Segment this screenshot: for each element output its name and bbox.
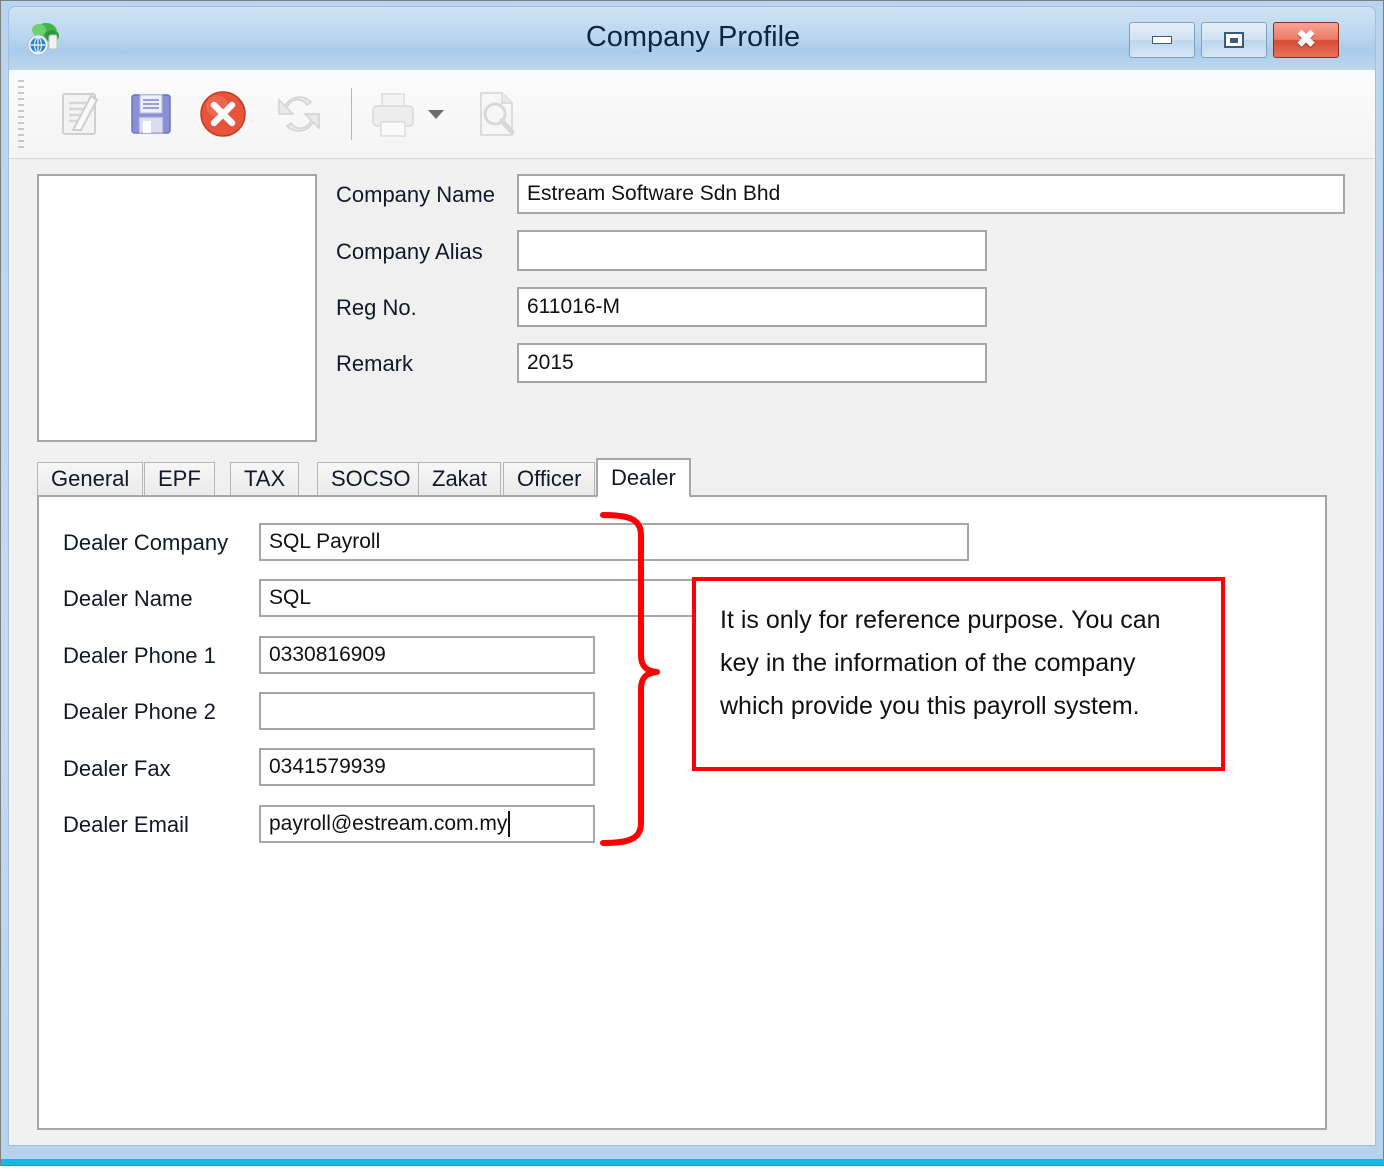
tab-socso[interactable]: SOCSO [317,462,424,496]
edit-button[interactable] [47,82,111,146]
minimize-button[interactable] [1129,22,1195,58]
remark-input[interactable]: 2015 [517,343,987,383]
cancel-button[interactable] [191,82,255,146]
company-name-input[interactable]: Estream Software Sdn Bhd [517,174,1345,214]
edit-document-icon [51,86,107,142]
title-bar[interactable]: Company Profile ✖ [8,6,1376,70]
company-alias-label: Company Alias [336,239,483,265]
company-logo-placeholder[interactable] [37,174,317,442]
page-magnifier-icon [466,85,524,143]
window-controls: ✖ [1129,22,1339,58]
dealer-email-value: payroll@estream.com.my [269,812,507,836]
tab-officer[interactable]: Officer [503,462,595,496]
dealer-company-label: Dealer Company [63,530,228,556]
close-icon: ✖ [1296,28,1316,52]
close-button[interactable]: ✖ [1273,22,1339,58]
screenshot-root: Company Profile ✖ [0,0,1384,1172]
preview-button[interactable] [463,82,527,146]
company-name-label: Company Name [336,182,495,208]
toolbar-separator [351,88,352,140]
printer-icon [364,85,422,143]
refresh-arrows-icon [269,84,329,144]
dealer-email-input[interactable]: payroll@estream.com.my [259,805,595,843]
window-bottom-edge [1,1159,1384,1165]
dealer-phone-1-label: Dealer Phone 1 [63,643,216,669]
dealer-phone-1-input[interactable]: 0330816909 [259,636,595,674]
annotation-callout: It is only for reference purpose. You ca… [692,577,1225,771]
tab-tax[interactable]: TAX [230,462,299,496]
dealer-phone-2-input[interactable] [259,692,595,730]
cancel-red-x-icon [195,86,251,142]
maximize-button[interactable] [1201,22,1267,58]
dealer-email-label: Dealer Email [63,812,189,838]
print-dropdown-button[interactable] [419,82,453,146]
refresh-button[interactable] [267,82,331,146]
dealer-company-input[interactable]: SQL Payroll [259,523,969,561]
save-button[interactable] [119,82,183,146]
toolbar [9,70,1375,159]
dealer-fax-input[interactable]: 0341579939 [259,748,595,786]
chevron-down-icon [426,107,446,121]
maximize-icon [1224,32,1244,48]
tab-general[interactable]: General [37,462,143,496]
tab-strip: General EPF TAX SOCSO Zakat Officer Deal… [37,458,1327,496]
dealer-name-label: Dealer Name [63,586,193,612]
text-caret [508,811,510,837]
reg-no-label: Reg No. [336,295,417,321]
tab-dealer[interactable]: Dealer [596,458,691,498]
dealer-phone-2-label: Dealer Phone 2 [63,699,216,725]
remark-label: Remark [336,351,413,377]
save-floppy-icon [123,86,179,142]
dealer-fax-label: Dealer Fax [63,756,171,782]
toolbar-grip[interactable] [18,80,24,148]
minimize-icon [1152,36,1172,44]
tab-zakat[interactable]: Zakat [418,462,501,496]
tab-epf[interactable]: EPF [144,462,215,496]
reg-no-input[interactable]: 611016-M [517,287,987,327]
company-alias-input[interactable] [517,230,987,271]
print-button[interactable] [361,82,425,146]
